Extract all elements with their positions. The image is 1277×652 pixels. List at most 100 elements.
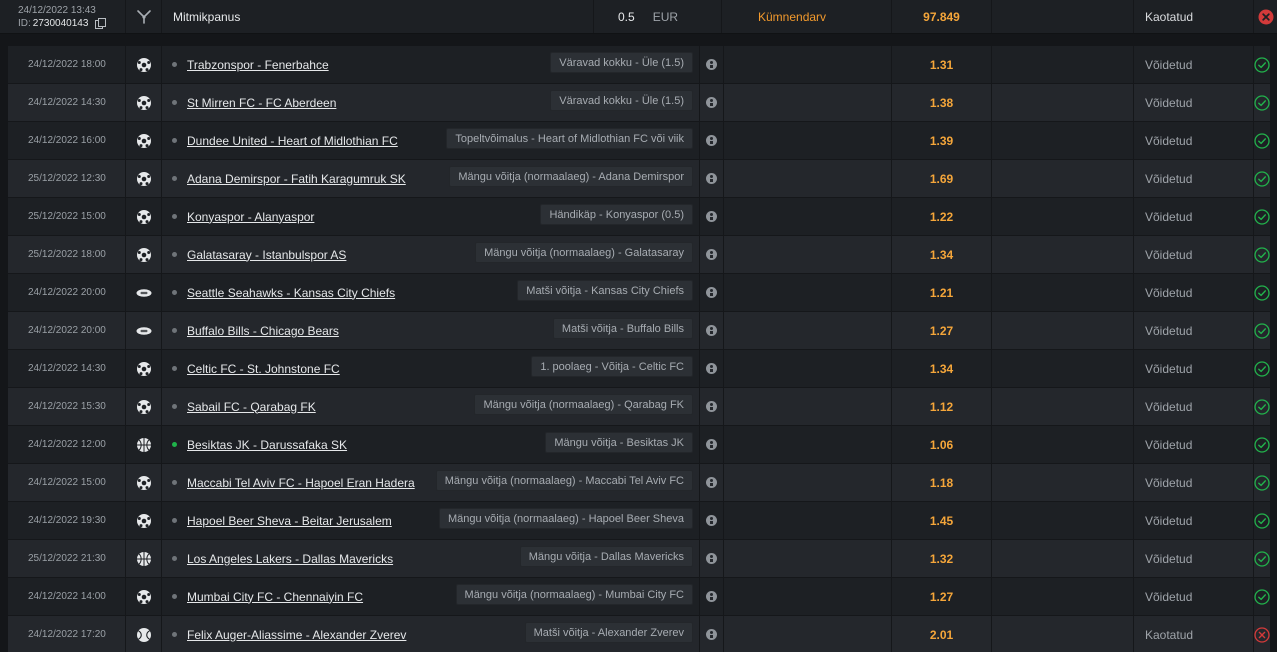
lost-icon xyxy=(1258,9,1273,24)
row-spacer xyxy=(992,236,1134,273)
soccer-icon xyxy=(126,578,162,615)
selection-row: 24/12/2022 14:00 Mumbai City FC - Chennai… xyxy=(8,578,1270,616)
row-spacer xyxy=(992,616,1134,652)
selection-status: Võidetud xyxy=(1134,578,1254,615)
info-button[interactable] xyxy=(700,388,724,425)
event-link[interactable]: Mumbai City FC - Chennaiyin FC xyxy=(187,590,363,604)
bet-id-value: 2730040143 xyxy=(32,17,89,29)
soccer-icon xyxy=(126,46,162,83)
event-link[interactable]: St Mirren FC - FC Aberdeen xyxy=(187,96,336,110)
info-button[interactable] xyxy=(700,464,724,501)
info-button[interactable] xyxy=(700,236,724,273)
soccer-icon xyxy=(126,198,162,235)
info-icon xyxy=(706,439,717,450)
row-spacer xyxy=(724,426,892,463)
event-link[interactable]: Felix Auger-Aliassime - Alexander Zverev xyxy=(187,628,406,642)
status-dot-icon xyxy=(172,366,177,371)
info-button[interactable] xyxy=(700,46,724,83)
info-button[interactable] xyxy=(700,312,724,349)
selection-row: 25/12/2022 15:00 Konyaspor - Alanyaspor Hä… xyxy=(8,198,1270,236)
selection-list: 24/12/2022 18:00 Trabzonspor - Fenerbahce… xyxy=(8,46,1270,652)
selection-status: Võidetud xyxy=(1134,464,1254,501)
event-datetime: 24/12/2022 14:00 xyxy=(8,578,126,615)
soccer-icon xyxy=(126,464,162,501)
bet-datetime-cell: 24/12/2022 13:43 ID: 2730040143 xyxy=(0,0,126,33)
selection-status: Võidetud xyxy=(1134,274,1254,311)
row-spacer xyxy=(992,312,1134,349)
soccer-icon xyxy=(126,388,162,425)
selection-odds: 1.31 xyxy=(892,46,992,83)
info-button[interactable] xyxy=(700,84,724,121)
selection-odds: 1.06 xyxy=(892,426,992,463)
info-icon xyxy=(706,591,717,602)
won-icon xyxy=(1254,464,1270,501)
selection-odds: 1.22 xyxy=(892,198,992,235)
soccer-icon xyxy=(126,502,162,539)
bet-result-cell xyxy=(1254,0,1277,33)
selection-status: Võidetud xyxy=(1134,426,1254,463)
football-icon xyxy=(126,312,162,349)
header-spacer xyxy=(992,0,1134,33)
event-datetime: 24/12/2022 14:30 xyxy=(8,350,126,387)
row-spacer xyxy=(724,122,892,159)
selection-status: Võidetud xyxy=(1134,236,1254,273)
event-link[interactable]: Hapoel Beer Sheva - Beitar Jerusalem xyxy=(187,514,392,528)
selection-row: 24/12/2022 15:00 Maccabi Tel Aviv FC - Ha… xyxy=(8,464,1270,502)
info-button[interactable] xyxy=(700,616,724,652)
info-button[interactable] xyxy=(700,502,724,539)
info-button[interactable] xyxy=(700,578,724,615)
event-link[interactable]: Los Angeles Lakers - Dallas Mavericks xyxy=(187,552,393,566)
soccer-icon xyxy=(126,160,162,197)
selection-row: 24/12/2022 12:00 Besiktas JK - Darussafak… xyxy=(8,426,1270,464)
info-button[interactable] xyxy=(700,540,724,577)
event-cell: Dundee United - Heart of Midlothian FC To… xyxy=(162,122,700,159)
selection-odds: 1.27 xyxy=(892,312,992,349)
selection-odds: 1.34 xyxy=(892,236,992,273)
market-badge: Mängu võitja (normaalaeg) - Hapoel Beer … xyxy=(438,508,693,529)
event-link[interactable]: Konyaspor - Alanyaspor xyxy=(187,210,314,224)
event-cell: Besiktas JK - Darussafaka SK Mängu võitja… xyxy=(162,426,700,463)
won-icon xyxy=(1254,236,1270,273)
event-cell: Galatasaray - Istanbulspor AS Mängu võitj… xyxy=(162,236,700,273)
event-link[interactable]: Maccabi Tel Aviv FC - Hapoel Eran Hadera xyxy=(187,476,415,490)
bet-type: Mitmikpanus xyxy=(162,0,594,33)
info-button[interactable] xyxy=(700,274,724,311)
info-icon xyxy=(706,211,717,222)
won-icon xyxy=(1254,578,1270,615)
bet-total-odds: 97.849 xyxy=(892,0,992,33)
info-button[interactable] xyxy=(700,160,724,197)
selection-row: 25/12/2022 18:00 Galatasaray - Istanbulsp… xyxy=(8,236,1270,274)
event-link[interactable]: Galatasaray - Istanbulspor AS xyxy=(187,248,346,262)
event-link[interactable]: Besiktas JK - Darussafaka SK xyxy=(187,438,347,452)
event-link[interactable]: Trabzonspor - Fenerbahce xyxy=(187,58,329,72)
row-spacer xyxy=(724,616,892,652)
copy-icon[interactable] xyxy=(95,18,107,29)
info-icon xyxy=(706,173,717,184)
market-badge: Mängu võitja (normaalaeg) - Mumbai City … xyxy=(455,584,693,605)
soccer-icon xyxy=(126,84,162,121)
live-indicator-icon xyxy=(172,442,177,447)
event-link[interactable]: Dundee United - Heart of Midlothian FC xyxy=(187,134,398,148)
info-button[interactable] xyxy=(700,198,724,235)
market-badge: Matši võitja - Kansas City Chiefs xyxy=(517,280,693,301)
selection-row: 24/12/2022 17:20 Felix Auger-Aliassime - … xyxy=(8,616,1270,652)
status-dot-icon xyxy=(172,328,177,333)
info-button[interactable] xyxy=(700,350,724,387)
event-link[interactable]: Celtic FC - St. Johnstone FC xyxy=(187,362,340,376)
event-link[interactable]: Buffalo Bills - Chicago Bears xyxy=(187,324,339,338)
bet-stake: 0.5 xyxy=(618,9,635,24)
selection-row: 24/12/2022 20:00 Buffalo Bills - Chicago … xyxy=(8,312,1270,350)
won-icon xyxy=(1254,274,1270,311)
selection-status: Võidetud xyxy=(1134,312,1254,349)
bet-datetime: 24/12/2022 13:43 xyxy=(18,4,96,16)
event-link[interactable]: Seattle Seahawks - Kansas City Chiefs xyxy=(187,286,395,300)
info-button[interactable] xyxy=(700,122,724,159)
won-icon xyxy=(1254,426,1270,463)
event-datetime: 24/12/2022 19:30 xyxy=(8,502,126,539)
event-link[interactable]: Sabail FC - Qarabag FK xyxy=(187,400,316,414)
status-dot-icon xyxy=(172,252,177,257)
selection-odds: 1.27 xyxy=(892,578,992,615)
selection-odds: 1.38 xyxy=(892,84,992,121)
info-button[interactable] xyxy=(700,426,724,463)
event-link[interactable]: Adana Demirspor - Fatih Karagumruk SK xyxy=(187,172,406,186)
